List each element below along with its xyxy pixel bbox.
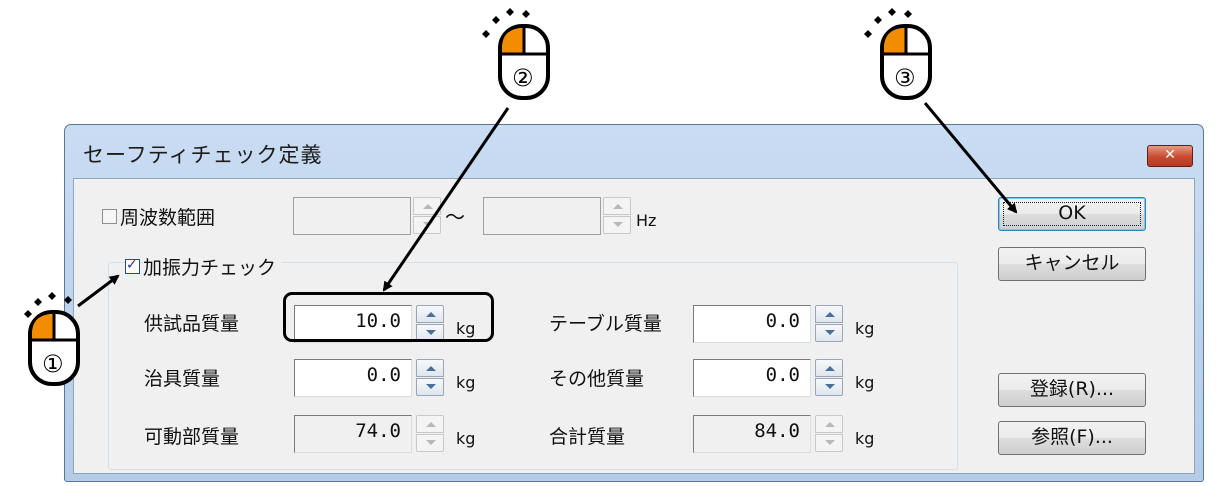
marker-2-number: ②: [512, 64, 534, 92]
frequency-from-spinner: [413, 197, 441, 235]
frequency-range-label: 周波数範囲: [120, 207, 216, 229]
marker-1-number: ①: [42, 350, 64, 378]
total-mass-spinner: [815, 415, 843, 453]
moving-mass-label: 可動部質量: [144, 426, 240, 448]
other-mass-label: その他質量: [549, 368, 645, 390]
specimen-mass-label: 供試品質量: [144, 313, 240, 335]
marker-3-number: ③: [894, 64, 916, 92]
fixture-mass-spinner[interactable]: [416, 359, 444, 397]
mouse-marker-2: ②: [478, 4, 558, 108]
frequency-range-checkbox[interactable]: [102, 209, 117, 224]
table-mass-label: テーブル質量: [549, 313, 662, 335]
mouse-marker-3: ③: [860, 4, 940, 108]
safety-check-dialog: セーフティチェック定義 ✕ 周波数範囲 ～ Hz 加振力チェック 供試品質量 1…: [64, 124, 1204, 482]
frequency-to-input: [483, 197, 601, 235]
total-mass-label: 合計質量: [549, 426, 626, 448]
frequency-to-spinner: [603, 197, 631, 235]
frequency-unit: Hz: [636, 211, 657, 230]
title-bar[interactable]: セーフティチェック定義 ✕: [65, 125, 1203, 177]
force-check-label: 加振力チェック: [143, 253, 283, 280]
moving-mass-unit: kg: [456, 429, 476, 448]
frequency-from-input: [293, 197, 411, 235]
register-button[interactable]: 登録(R)...: [998, 373, 1146, 407]
moving-mass-input: 74.0: [294, 415, 412, 453]
close-button[interactable]: ✕: [1147, 145, 1193, 167]
fixture-mass-label: 治具質量: [144, 368, 221, 390]
fixture-mass-input[interactable]: 0.0: [294, 359, 412, 397]
table-mass-spinner[interactable]: [815, 305, 843, 343]
table-mass-unit: kg: [855, 319, 875, 338]
ok-button[interactable]: OK: [998, 197, 1146, 231]
other-mass-unit: kg: [855, 373, 875, 392]
other-mass-input[interactable]: 0.0: [693, 359, 811, 397]
specimen-mass-highlight: [283, 292, 494, 342]
reference-button[interactable]: 参照(F)...: [998, 421, 1146, 455]
other-mass-spinner[interactable]: [815, 359, 843, 397]
moving-mass-spinner: [416, 415, 444, 453]
fixture-mass-unit: kg: [456, 373, 476, 392]
range-tilde: ～: [445, 205, 465, 229]
dialog-body: 周波数範囲 ～ Hz 加振力チェック 供試品質量 10.0 kg テーブル質量 …: [73, 178, 1195, 474]
table-mass-input[interactable]: 0.0: [693, 305, 811, 343]
total-mass-input: 84.0: [693, 415, 811, 453]
dialog-title: セーフティチェック定義: [83, 143, 323, 167]
force-check-checkbox[interactable]: [125, 257, 140, 274]
cancel-button[interactable]: キャンセル: [998, 247, 1146, 281]
mouse-marker-1: ①: [20, 292, 90, 396]
total-mass-unit: kg: [855, 429, 875, 448]
